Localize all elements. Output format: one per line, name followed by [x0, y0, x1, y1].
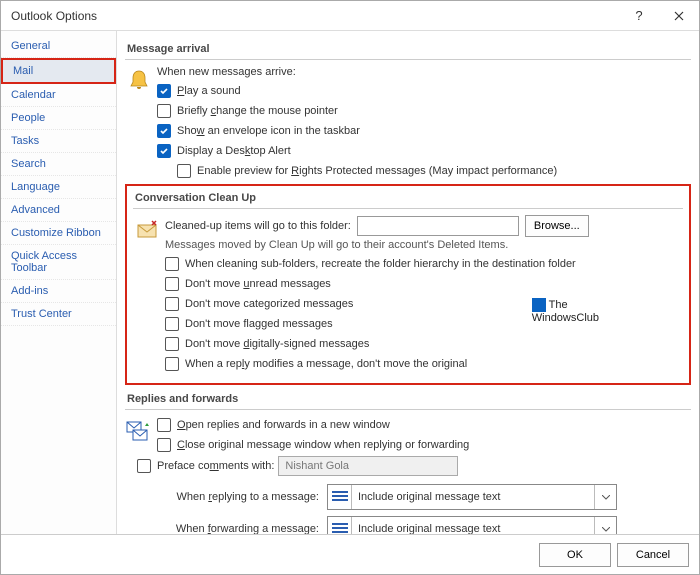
section-title-arrival: Message arrival — [125, 41, 691, 60]
opt-unread-label: Don't move unread messages — [185, 278, 331, 290]
sidebar-item-trust-center[interactable]: Trust Center — [1, 303, 116, 326]
opt-open-new-label: Open replies and forwards in a new windo… — [177, 419, 390, 431]
opt-preface-checkbox[interactable] — [137, 459, 151, 473]
opt-envelope-label: Show an envelope icon in the taskbar — [177, 125, 360, 137]
opt-categorized-row: Don't move categorized messages — [165, 295, 683, 313]
sidebar-item-search[interactable]: Search — [1, 153, 116, 176]
close-button[interactable] — [659, 1, 699, 31]
opt-signed-row: Don't move digitally-signed messages — [165, 335, 683, 353]
outlook-options-dialog: Outlook Options ? General Mail Calendar … — [0, 0, 700, 575]
when-reply-value: Include original message text — [352, 491, 594, 503]
help-button[interactable]: ? — [619, 1, 659, 31]
opt-close-orig-label: Close original message window when reply… — [177, 439, 469, 451]
sidebar-item-customize-ribbon[interactable]: Customize Ribbon — [1, 222, 116, 245]
opt-play-sound-label: Play a sound — [177, 85, 241, 97]
sidebar-item-language[interactable]: Language — [1, 176, 116, 199]
opt-play-sound-row: Play a sound — [157, 82, 691, 100]
cleanup-folder-input[interactable] — [357, 216, 519, 236]
opt-preface-row: Preface comments with: Nishant Gola — [137, 456, 691, 476]
opt-unread-checkbox[interactable] — [165, 277, 179, 291]
section-title-replies: Replies and forwards — [125, 391, 691, 410]
opt-desktop-alert-checkbox[interactable] — [157, 144, 171, 158]
cleanup-envelope-icon — [135, 217, 159, 241]
window-title: Outlook Options — [11, 9, 619, 23]
opt-change-pointer-row: Briefly change the mouse pointer — [157, 102, 691, 120]
opt-change-pointer-label: Briefly change the mouse pointer — [177, 105, 338, 117]
opt-signed-label: Don't move digitally-signed messages — [185, 338, 369, 350]
sidebar-item-mail[interactable]: Mail — [1, 58, 116, 84]
section-body-replies: Open replies and forwards in a new windo… — [125, 416, 691, 534]
opt-open-new-checkbox[interactable] — [157, 418, 171, 432]
forward-style-icon — [328, 517, 352, 534]
opt-desktop-alert-row: Display a Desktop Alert — [157, 142, 691, 160]
opt-preface-label: Preface comments with: — [157, 460, 274, 472]
opt-preview-rights-checkbox[interactable] — [177, 164, 191, 178]
opt-replymod-checkbox[interactable] — [165, 357, 179, 371]
opt-envelope-checkbox[interactable] — [157, 124, 171, 138]
section-body-cleanup: Cleaned-up items will go to this folder:… — [133, 215, 683, 373]
section-body-arrival: When new messages arrive: Play a sound B… — [125, 66, 691, 180]
replies-forwards-icon — [125, 418, 151, 444]
sidebar-item-people[interactable]: People — [1, 107, 116, 130]
cleanup-folder-label: Cleaned-up items will go to this folder: — [165, 220, 351, 232]
when-reply-label: When replying to a message: — [157, 491, 327, 503]
opt-close-orig-row: Close original message window when reply… — [157, 436, 691, 454]
opt-close-orig-checkbox[interactable] — [157, 438, 171, 452]
when-forward-row: When forwarding a message: Include origi… — [157, 516, 691, 534]
opt-recreate-row: When cleaning sub-folders, recreate the … — [165, 255, 683, 273]
category-sidebar: General Mail Calendar People Tasks Searc… — [1, 31, 117, 534]
close-icon — [674, 11, 684, 21]
ok-button[interactable]: OK — [539, 543, 611, 567]
chevron-down-icon — [594, 485, 616, 509]
cancel-button[interactable]: Cancel — [617, 543, 689, 567]
bell-icon — [127, 68, 151, 92]
opt-signed-checkbox[interactable] — [165, 337, 179, 351]
content-pane[interactable]: Message arrival When new messages arrive… — [117, 31, 699, 534]
when-reply-dropdown[interactable]: Include original message text — [327, 484, 617, 510]
sidebar-item-general[interactable]: General — [1, 35, 116, 58]
sidebar-item-advanced[interactable]: Advanced — [1, 199, 116, 222]
opt-unread-row: Don't move unread messages — [165, 275, 683, 293]
when-forward-value: Include original message text — [352, 523, 594, 534]
sidebar-item-tasks[interactable]: Tasks — [1, 130, 116, 153]
dialog-body: General Mail Calendar People Tasks Searc… — [1, 31, 699, 534]
sidebar-item-quick-access[interactable]: Quick Access Toolbar — [1, 245, 116, 280]
sidebar-item-calendar[interactable]: Calendar — [1, 84, 116, 107]
opt-envelope-row: Show an envelope icon in the taskbar — [157, 122, 691, 140]
opt-recreate-checkbox[interactable] — [165, 257, 179, 271]
when-forward-dropdown[interactable]: Include original message text — [327, 516, 617, 534]
preface-comments-input[interactable]: Nishant Gola — [278, 456, 458, 476]
when-forward-label: When forwarding a message: — [157, 523, 327, 534]
cleanup-note: Messages moved by Clean Up will go to th… — [165, 239, 683, 251]
opt-flagged-row: Don't move flagged messages — [165, 315, 683, 333]
opt-preview-rights-label: Enable preview for Rights Protected mess… — [197, 165, 557, 177]
opt-flagged-checkbox[interactable] — [165, 317, 179, 331]
cleanup-folder-row: Cleaned-up items will go to this folder:… — [165, 215, 683, 237]
opt-flagged-label: Don't move flagged messages — [185, 318, 333, 330]
annotation-cleanup-box: Conversation Clean Up Cleaned-up items w… — [125, 184, 691, 385]
opt-open-new-row: Open replies and forwards in a new windo… — [157, 416, 691, 434]
opt-recreate-label: When cleaning sub-folders, recreate the … — [185, 258, 576, 270]
chevron-down-icon — [594, 517, 616, 534]
opt-replymod-label: When a reply modifies a message, don't m… — [185, 358, 467, 370]
opt-play-sound-checkbox[interactable] — [157, 84, 171, 98]
opt-categorized-checkbox[interactable] — [165, 297, 179, 311]
sidebar-item-addins[interactable]: Add-ins — [1, 280, 116, 303]
dialog-footer: OK Cancel — [1, 534, 699, 574]
opt-desktop-alert-label: Display a Desktop Alert — [177, 145, 291, 157]
opt-replymod-row: When a reply modifies a message, don't m… — [165, 355, 683, 373]
when-reply-row: When replying to a message: Include orig… — [157, 484, 691, 510]
reply-style-icon — [328, 485, 352, 509]
browse-button[interactable]: Browse... — [525, 215, 589, 237]
title-bar: Outlook Options ? — [1, 1, 699, 31]
section-title-cleanup: Conversation Clean Up — [133, 190, 683, 209]
opt-preview-rights-row: Enable preview for Rights Protected mess… — [177, 162, 691, 180]
arrival-intro: When new messages arrive: — [157, 66, 691, 78]
opt-categorized-label: Don't move categorized messages — [185, 298, 353, 310]
opt-change-pointer-checkbox[interactable] — [157, 104, 171, 118]
